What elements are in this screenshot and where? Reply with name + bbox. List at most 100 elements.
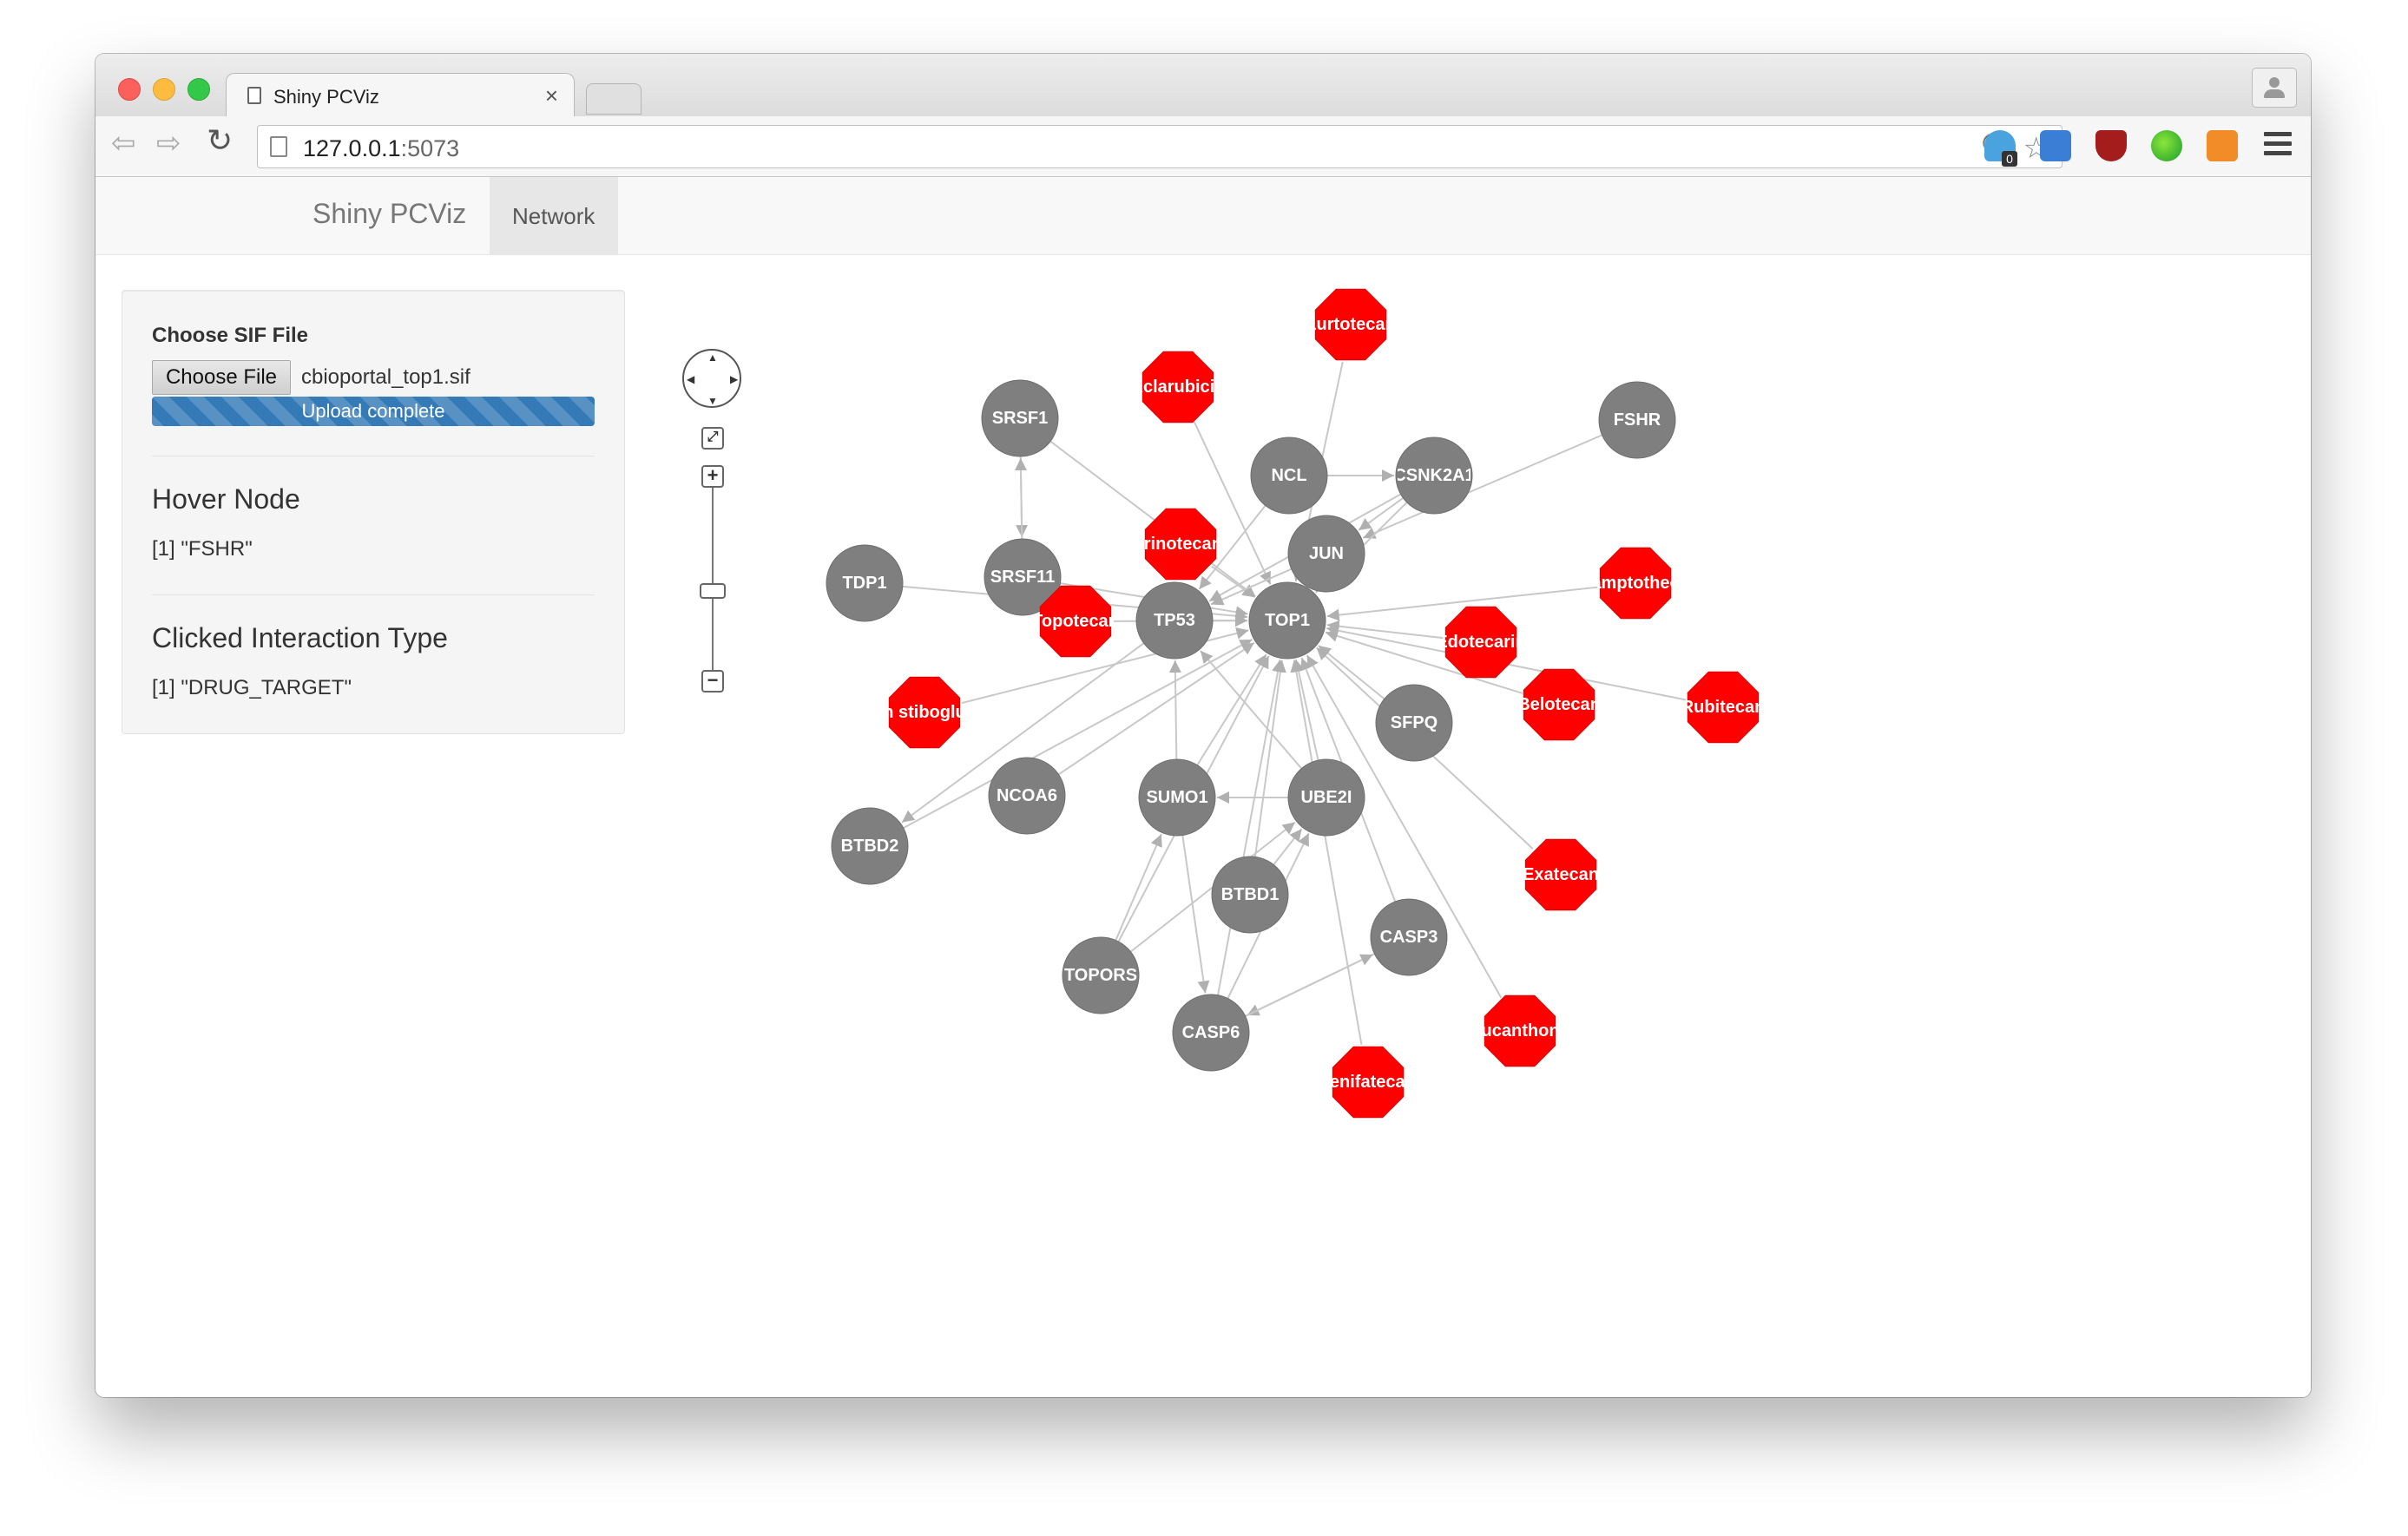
node-label: SFPQ (1391, 713, 1438, 732)
node-label: Tenifatecan (1320, 1073, 1416, 1092)
edge-irinotecan-top1[interactable] (1211, 565, 1256, 599)
node-label: CASP6 (1182, 1023, 1240, 1042)
browser-tab[interactable]: Shiny PCViz × (226, 73, 575, 117)
node-label: Belotecan (1517, 695, 1601, 714)
network-graph[interactable]: TOP1 TP53 JUN NCL CSNK2A1 FSHR SRSF1 SRSF11 TDP1… (95, 177, 2311, 1397)
node-lucanthone[interactable]: Lucanthone (1470, 994, 1569, 1067)
menu-icon[interactable] (2264, 132, 2292, 161)
ghostery-badge: 0 (2002, 151, 2017, 167)
node-label: n stiboglu (883, 703, 966, 722)
browser-window: Shiny PCViz × ⇦ ⇨ ↻ 127.0.0.1:5073 🔍 ☆ 0… (95, 54, 2311, 1397)
node-label: amptothec (1591, 574, 1679, 593)
node-csnk2a1[interactable]: CSNK2A1 (1393, 437, 1474, 515)
edge-sfpq-top1[interactable] (1318, 645, 1385, 700)
node-label: TDP1 (842, 574, 886, 593)
node-label: Lurtotecan (1306, 315, 1395, 334)
node-label: Irinotecan (1139, 535, 1222, 554)
node-tdp1[interactable]: TDP1 (826, 544, 904, 622)
node-aclarubicin[interactable]: Aclarubicin (1131, 351, 1226, 423)
node-label: UBE2I (1301, 788, 1352, 807)
node-label: BTBD1 (1221, 885, 1280, 904)
edge-sumo1-casp6[interactable] (1181, 835, 1210, 994)
reload-icon[interactable]: ↻ (207, 125, 233, 156)
edge-srsf1-top1[interactable] (1049, 440, 1256, 598)
node-ncoa6[interactable]: NCOA6 (988, 757, 1066, 835)
edge-casp6-top1[interactable] (1217, 660, 1284, 995)
new-tab-button[interactable] (586, 83, 641, 115)
edge-sumo1-top1[interactable] (1196, 653, 1267, 766)
node-btbd1[interactable]: BTBD1 (1211, 856, 1289, 934)
minimize-window-button[interactable] (153, 78, 175, 101)
url-text[interactable]: 127.0.0.1:5073 (303, 135, 459, 162)
node-label: BTBD2 (841, 837, 899, 856)
node-top1[interactable]: TOP1 (1248, 581, 1326, 660)
page-icon (247, 87, 261, 104)
node-sumo1[interactable]: SUMO1 (1138, 758, 1216, 837)
node-label: NCOA6 (997, 786, 1057, 805)
node-tenifatecan[interactable]: Tenifatecan (1320, 1046, 1416, 1119)
node-btbd2[interactable]: BTBD2 (831, 807, 909, 885)
node-fshr[interactable]: FSHR (1598, 381, 1676, 459)
address-bar[interactable]: 127.0.0.1:5073 🔍 ☆ (257, 125, 2063, 168)
tab-title: Shiny PCViz (273, 86, 379, 108)
node-edotecarin[interactable]: Edotecarin (1436, 606, 1525, 679)
node-label: SRSF11 (990, 568, 1055, 587)
node-stibogluconate[interactable]: n stiboglu (883, 676, 966, 749)
node-label: TOPORS (1064, 966, 1137, 985)
url-port: :5073 (400, 135, 460, 161)
node-label: Topotecan (1032, 612, 1119, 631)
node-casp3[interactable]: CASP3 (1370, 898, 1448, 976)
node-ube2i[interactable]: UBE2I (1287, 758, 1365, 837)
node-label: SUMO1 (1146, 788, 1207, 807)
node-label: Lucanthone (1470, 1021, 1569, 1040)
page-content: Shiny PCViz Network Choose SIF File Choo… (95, 177, 2311, 1397)
node-sfpq[interactable]: SFPQ (1375, 684, 1453, 762)
node-exatecan[interactable]: Exatecan (1523, 838, 1599, 911)
edge-ube2i-top1[interactable] (1293, 659, 1319, 761)
node-label: NCL (1271, 466, 1306, 485)
close-tab-icon[interactable]: × (545, 82, 558, 109)
back-arrow-icon[interactable]: ⇦ (111, 128, 136, 158)
node-label: Rubitecan (1681, 698, 1766, 717)
node-label: TP53 (1154, 611, 1195, 630)
node-srsf1[interactable]: SRSF1 (981, 379, 1059, 457)
node-label: CSNK2A1 (1393, 466, 1474, 485)
edge-ncoa6-top1[interactable] (1057, 641, 1255, 776)
edge-topors-sumo1[interactable] (1115, 833, 1162, 941)
node-label: Aclarubicin (1131, 377, 1226, 397)
node-label: JUN (1309, 544, 1344, 563)
edge-btbd1-top1[interactable] (1253, 660, 1286, 857)
title-bar: Shiny PCViz × (95, 54, 2311, 117)
edge-srsf11-srsf1[interactable] (1014, 457, 1027, 540)
url-host: 127.0.0.1 (303, 135, 401, 161)
node-label: TOP1 (1265, 611, 1310, 630)
node-label: FSHR (1614, 410, 1661, 430)
node-label: Edotecarin (1436, 633, 1525, 652)
profile-body-icon (2264, 89, 2285, 98)
zoom-window-button[interactable] (188, 78, 210, 101)
node-topors[interactable]: TOPORS (1062, 936, 1140, 1014)
chart-extension-icon[interactable] (2207, 130, 2238, 161)
profile-button[interactable] (2252, 68, 2297, 108)
node-label: CASP3 (1380, 928, 1438, 947)
edge-btbd1-ube2i[interactable] (1273, 828, 1303, 866)
browser-toolbar: ⇦ ⇨ ↻ 127.0.0.1:5073 🔍 ☆ 0 (95, 116, 2311, 177)
node-casp6[interactable]: CASP6 (1172, 994, 1250, 1072)
node-label: SRSF1 (992, 409, 1048, 428)
node-irinotecan[interactable]: Irinotecan (1139, 508, 1222, 581)
close-window-button[interactable] (118, 78, 141, 101)
extension-icon[interactable] (2040, 130, 2071, 161)
page-icon (270, 136, 287, 157)
edge-casp6-casp3[interactable] (1245, 954, 1374, 1017)
forward-arrow-icon[interactable]: ⇨ (156, 128, 181, 158)
node-camptothecin[interactable]: amptothec (1591, 547, 1679, 620)
extension-circle-icon[interactable] (2151, 130, 2182, 161)
node-tp53[interactable]: TP53 (1135, 581, 1214, 660)
ublock-shield-icon[interactable] (2095, 130, 2127, 161)
node-jun[interactable]: JUN (1287, 515, 1365, 593)
node-lurtotecan[interactable]: Lurtotecan (1306, 288, 1395, 361)
edge-sumo1-tp53[interactable] (1168, 660, 1181, 760)
node-ncl[interactable]: NCL (1250, 437, 1328, 515)
node-rubitecan[interactable]: Rubitecan (1681, 671, 1766, 744)
profile-head-icon (2269, 77, 2280, 88)
